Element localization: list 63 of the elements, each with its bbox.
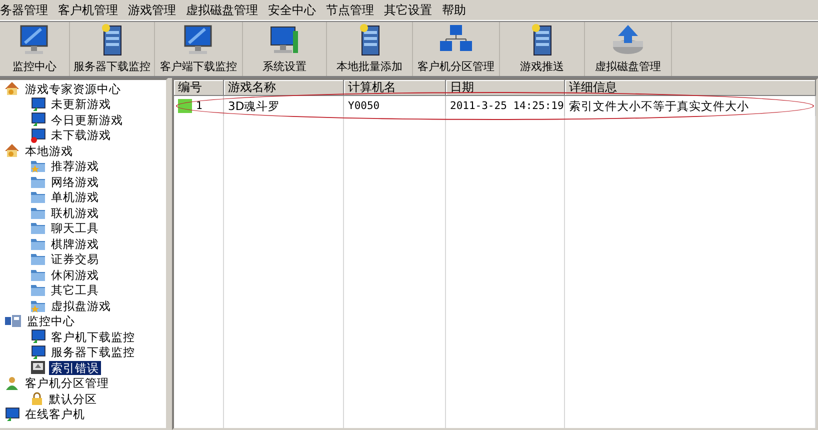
menu-item[interactable]: 虚拟磁盘管理 [181, 2, 263, 18]
table-cell-text: 2011-3-25 14:25:19 [450, 99, 564, 114]
column-header[interactable]: 日期 [446, 80, 565, 96]
column-header[interactable]: 游戏名称 [224, 80, 344, 96]
monitor-icon [4, 406, 20, 422]
tree-item[interactable]: 休闲游戏 [49, 268, 101, 282]
table-cell-text: Y0050 [348, 99, 380, 114]
tree-item[interactable]: 游戏专家资源中心 [23, 82, 123, 96]
menu-item[interactable]: 安全中心 [263, 2, 321, 18]
network-icon [4, 314, 22, 328]
folder-icon [30, 190, 46, 204]
folder-icon [30, 283, 46, 298]
folder-icon [30, 159, 46, 174]
disk-icon [610, 23, 646, 57]
monitor-icon [30, 329, 46, 344]
tree-item[interactable]: 监控中心 [25, 314, 77, 328]
table-cell-text: 1 [196, 99, 202, 114]
tree-item[interactable]: 单机游戏 [49, 190, 101, 204]
menu-item[interactable]: 其它设置 [379, 2, 437, 18]
column-header[interactable]: 详细信息 [565, 80, 816, 96]
tree-item[interactable]: 默认分区 [47, 392, 99, 406]
table-cell-text: 3D魂斗罗 [228, 98, 280, 115]
tree-item[interactable]: 推荐游戏 [49, 159, 101, 174]
tree-item[interactable]: 虚拟盘游戏 [49, 298, 113, 313]
tree-item[interactable]: 服务器下载监控 [49, 345, 137, 360]
tree-item[interactable]: 证券交易 [49, 252, 101, 266]
monitor-icon [30, 96, 46, 112]
people-icon [4, 376, 20, 391]
menu-item[interactable]: 游戏管理 [123, 2, 181, 18]
monitor-icon [30, 344, 46, 360]
menu-item[interactable]: 客户机管理 [53, 2, 123, 18]
tree-item[interactable]: 聊天工具 [49, 221, 101, 236]
folder-icon [30, 268, 46, 282]
tree-item[interactable]: 今日更新游戏 [49, 112, 125, 127]
column-header[interactable]: 计算机名 [344, 80, 446, 96]
house-icon [4, 81, 20, 96]
monitor-icon [30, 112, 46, 128]
tree-item[interactable]: 棋牌游戏 [49, 236, 101, 251]
tree-item[interactable]: 未更新游戏 [49, 97, 113, 112]
menu-item[interactable]: 节点管理 [321, 2, 379, 18]
tree-item[interactable]: 其它工具 [49, 283, 101, 298]
folder-icon [30, 206, 46, 220]
tree-item[interactable]: 客户机下载监控 [49, 330, 137, 344]
tree-item[interactable]: 客户机分区管理 [23, 376, 111, 390]
status-icon [178, 99, 192, 113]
lock-icon [30, 392, 44, 406]
tree-item[interactable]: 网络游戏 [49, 174, 101, 189]
menu-item[interactable]: 帮助 [437, 2, 471, 18]
folder-icon [30, 252, 46, 266]
table-cell-text: 索引文件大小不等于真实文件大小 [569, 98, 749, 115]
column-header[interactable]: 编号 [174, 80, 224, 96]
tree-item[interactable]: 索引错误 [49, 360, 101, 375]
house-icon [4, 143, 20, 158]
folder-icon [30, 174, 46, 189]
folder-icon [30, 298, 46, 313]
folder-icon [30, 236, 46, 251]
folder-icon [30, 221, 46, 236]
monitor-icon [30, 128, 46, 143]
tree-item[interactable]: 联机游戏 [49, 206, 101, 220]
tree-item[interactable]: 在线客户机 [23, 407, 87, 422]
tree-item[interactable]: 未下载游戏 [49, 128, 113, 142]
menu-item[interactable]: 务器管理 [0, 2, 53, 18]
tree-item[interactable]: 本地游戏 [23, 144, 75, 158]
